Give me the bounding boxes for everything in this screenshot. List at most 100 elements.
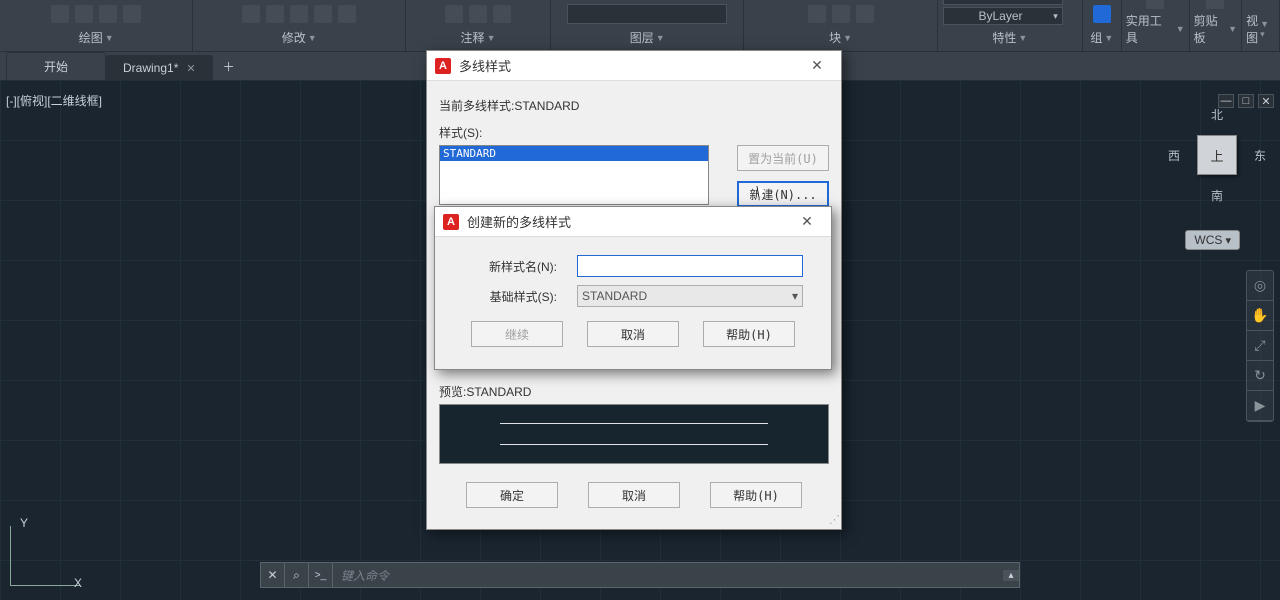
ribbon-label-layer: 图层 <box>630 29 654 46</box>
viewcube-east[interactable]: 东 <box>1254 147 1266 164</box>
preview-box <box>439 404 829 464</box>
ribbon-label-block: 块 <box>829 29 841 46</box>
cmdline-prompt-icon: >_ <box>309 563 333 587</box>
ribbon-label-clip: 剪贴板 <box>1194 12 1227 46</box>
viewport-label[interactable]: [-][俯视][二维线框] <box>6 92 102 109</box>
rect-icon[interactable] <box>123 5 141 23</box>
table-icon[interactable] <box>493 5 511 23</box>
tab-drawing1[interactable]: Drawing1*✕ <box>106 55 213 80</box>
wcs-button[interactable]: WCS ▾ <box>1185 230 1240 250</box>
zoom-icon[interactable]: ⤢ <box>1247 331 1273 361</box>
move-icon[interactable] <box>242 5 260 23</box>
ribbon-label-modify: 修改 <box>282 29 306 46</box>
linetype-dropdown[interactable]: ByLayer <box>943 7 1063 25</box>
tab-start[interactable]: 开始 <box>6 52 106 80</box>
ribbon-label-view: 视图 <box>1246 12 1258 46</box>
pan-icon[interactable]: ✋ <box>1247 301 1273 331</box>
dialog-titlebar[interactable]: A 多线样式 ✕ <box>427 51 841 81</box>
array-icon[interactable] <box>338 5 356 23</box>
circle-icon[interactable] <box>75 5 93 23</box>
close-icon[interactable]: ✕ <box>186 62 195 75</box>
styles-label: 样式(S): <box>439 124 829 141</box>
ribbon-group-view: 视图▼ ▾ <box>1242 0 1280 51</box>
line-icon[interactable] <box>51 5 69 23</box>
chevron-down-icon[interactable]: ▼ <box>487 33 496 43</box>
dialog-new-mline-style: A 创建新的多线样式 ✕ 新样式名(N): 基础样式(S): STANDARD▾… <box>434 206 832 370</box>
new-button[interactable]: 新建(N)... <box>737 181 829 207</box>
chevron-down-icon[interactable]: ▼ <box>105 33 114 43</box>
text-icon[interactable] <box>445 5 463 23</box>
new-name-input[interactable] <box>577 255 803 277</box>
copy-icon[interactable] <box>266 5 284 23</box>
cancel-button[interactable]: 取消 <box>588 482 680 508</box>
viewcube[interactable]: 北 南 东 西 上 <box>1172 110 1262 200</box>
scale-icon[interactable] <box>314 5 332 23</box>
dialog-titlebar[interactable]: A 创建新的多线样式 ✕ <box>435 207 831 237</box>
chevron-down-icon[interactable]: ▼ <box>1176 24 1185 34</box>
close-icon[interactable]: ✕ <box>801 57 833 74</box>
ribbon-label-annot: 注释 <box>461 29 485 46</box>
insert-icon[interactable] <box>808 5 826 23</box>
close-button[interactable]: ✕ <box>1258 94 1274 108</box>
orbit-icon[interactable]: ↻ <box>1247 361 1273 391</box>
preview-label: 预览:STANDARD <box>439 383 829 400</box>
edit-icon[interactable] <box>856 5 874 23</box>
ribbon-label-prop: 特性 <box>992 29 1016 46</box>
arc-icon[interactable] <box>99 5 117 23</box>
ribbon: 绘图▼ 修改▼ 注释▼ 图层▼ 块▼ ByLayer 特性▼ 组▼ 实用工具▼ … <box>0 0 1280 52</box>
layer-dropdown[interactable] <box>567 4 727 24</box>
measure-icon[interactable] <box>1146 0 1164 9</box>
ribbon-group-draw: 绘图▼ <box>0 0 193 51</box>
ribbon-group-block: 块▼ <box>744 0 937 51</box>
chevron-down-icon[interactable]: ▼ <box>656 33 665 43</box>
dim-icon[interactable] <box>469 5 487 23</box>
cmdline-recent-icon[interactable]: ⌕ <box>285 563 309 587</box>
ribbon-group-prop: ByLayer 特性▼ <box>938 0 1083 51</box>
help-button[interactable]: 帮助(H) <box>710 482 802 508</box>
current-style-label: 当前多线样式:STANDARD <box>439 97 829 114</box>
viewcube-south[interactable]: 南 <box>1211 187 1223 204</box>
viewcube-west[interactable]: 西 <box>1168 147 1180 164</box>
color-dropdown[interactable] <box>943 0 1063 5</box>
app-icon: A <box>435 58 451 74</box>
ribbon-label-group: 组 <box>1090 29 1102 46</box>
set-current-button[interactable]: 置为当前(U) <box>737 145 829 171</box>
cmdline-close-icon[interactable]: ✕ <box>261 563 285 587</box>
chevron-down-icon[interactable]: ▼ ▾ <box>1260 19 1269 40</box>
ribbon-group-modify: 修改▼ <box>193 0 406 51</box>
viewcube-north[interactable]: 北 <box>1211 106 1223 123</box>
showmotion-icon[interactable]: ▶ <box>1247 391 1273 421</box>
viewcube-top[interactable]: 上 <box>1197 135 1237 175</box>
group-icon[interactable] <box>1093 5 1111 23</box>
ucs-x-label: X <box>74 576 82 590</box>
paste-icon[interactable] <box>1206 0 1224 9</box>
create-icon[interactable] <box>832 5 850 23</box>
chevron-down-icon[interactable]: ▼ <box>843 33 852 43</box>
ok-button[interactable]: 确定 <box>466 482 558 508</box>
stretch-icon[interactable] <box>290 5 308 23</box>
maximize-button[interactable]: □ <box>1238 94 1254 108</box>
chevron-down-icon[interactable]: ▼ <box>1018 33 1027 43</box>
close-icon[interactable]: ✕ <box>791 213 823 230</box>
cmdline-history-icon[interactable]: ▴ <box>1003 570 1019 581</box>
resize-grip-icon[interactable]: ⋰ <box>829 513 838 526</box>
command-input[interactable]: 键入命令 <box>333 567 1003 584</box>
chevron-down-icon[interactable]: ▼ <box>1228 24 1237 34</box>
command-line[interactable]: ✕ ⌕ >_ 键入命令 ▴ <box>260 562 1020 588</box>
list-item[interactable]: STANDARD <box>440 146 708 161</box>
chevron-down-icon[interactable]: ▼ <box>308 33 317 43</box>
styles-listbox[interactable]: STANDARD <box>439 145 709 205</box>
base-style-label: 基础样式(S): <box>447 288 557 305</box>
chevron-down-icon[interactable]: ▼ <box>1104 33 1113 43</box>
app-icon: A <box>443 214 459 230</box>
help-button[interactable]: 帮助(H) <box>703 321 795 347</box>
continue-button[interactable]: 继续 <box>471 321 563 347</box>
new-tab-button[interactable]: ＋ <box>213 53 245 80</box>
ribbon-group-clip: 剪贴板▼ <box>1190 0 1242 51</box>
cancel-button[interactable]: 取消 <box>587 321 679 347</box>
navigation-bar: ◎ ✋ ⤢ ↻ ▶ <box>1246 270 1274 422</box>
ucs-y-label: Y <box>20 516 28 530</box>
fullnav-icon[interactable]: ◎ <box>1247 271 1273 301</box>
ribbon-group-util: 实用工具▼ <box>1122 0 1190 51</box>
base-style-dropdown[interactable]: STANDARD▾ <box>577 285 803 307</box>
